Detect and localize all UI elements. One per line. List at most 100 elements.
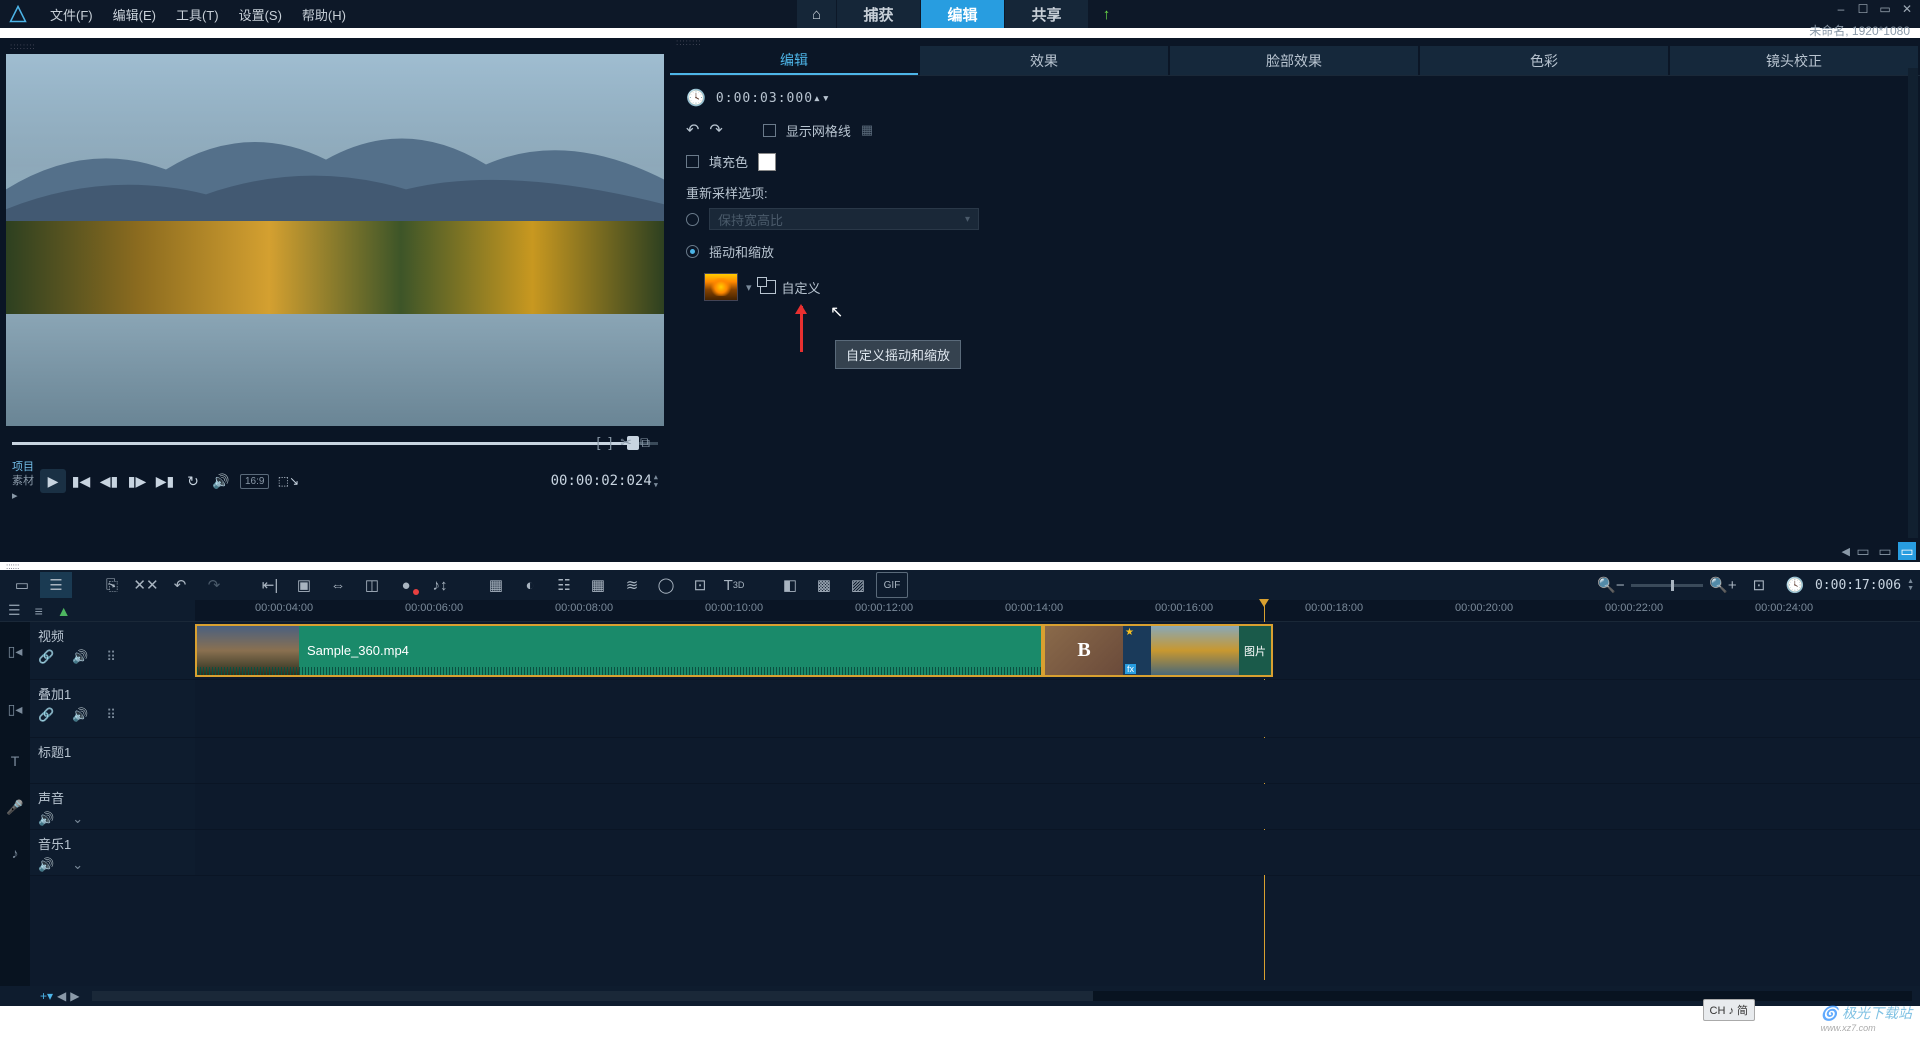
menu-edit[interactable]: 编辑(E) [103,5,166,24]
restore-button[interactable]: ☐ [1854,0,1872,18]
add-marker-button[interactable]: +▾ [40,989,53,1003]
mark-out-button[interactable]: ] [608,434,612,451]
scroll-right-button[interactable]: ▶ [70,989,79,1003]
undo-button[interactable]: ↶ [164,572,196,598]
crop-button[interactable]: ▣ [288,572,320,598]
slip-button[interactable]: ⇔ [322,572,354,598]
project-duration[interactable]: 0:00:17:006 [1815,578,1901,593]
more-icon[interactable]: ⠿ [106,649,116,665]
mute-icon[interactable]: 🔊 [72,707,88,723]
timeline-ruler[interactable]: ☰ ≡ ▲ 00:00:04:0000:00:06:0000:00:08:000… [0,600,1920,622]
loop-button[interactable]: ↻ [180,469,206,493]
tab-color[interactable]: 色彩 [1420,46,1668,75]
multicam-button[interactable]: ▦ [480,572,512,598]
video-track-icon[interactable]: ▯◂ [0,622,30,680]
view-mode-2[interactable]: ▭ [1876,542,1894,560]
preview-viewport[interactable] [6,54,664,426]
panzoom-preset-thumb[interactable] [704,273,738,301]
fill-color-checkbox[interactable] [686,155,699,168]
mute-icon[interactable]: 🔊 [72,649,88,665]
ime-indicator[interactable]: CH ♪ 简 [1703,999,1756,1021]
zoom-out-button[interactable]: 🔍− [1595,572,1627,598]
link-icon[interactable]: 🔗 [38,649,54,665]
grid-button[interactable]: ▦ [582,572,614,598]
expand-icon[interactable]: ⌄ [72,857,83,873]
panzoom-custom-button[interactable]: 自定义 [760,278,821,297]
gif-button[interactable]: GIF [876,572,908,598]
panel-grip[interactable]: :::::::: [670,38,1920,46]
tab-effects[interactable]: 效果 [920,46,1168,75]
volume-button[interactable]: 🔊 [208,469,234,493]
zoom-in-button[interactable]: 🔍+ [1707,572,1739,598]
speed-button[interactable]: ≋ [616,572,648,598]
step-back-button[interactable]: ◀▮ [96,469,122,493]
tab-face-effects[interactable]: 脸部效果 [1170,46,1418,75]
motion-button[interactable]: ◯ [650,572,682,598]
preview-mode-toggle[interactable]: 项目 素材 ▸ [12,460,34,503]
mark-in-button[interactable]: [ [596,434,600,451]
3d-title-button[interactable]: T3D [718,572,750,598]
close-button[interactable]: ✕ [1898,0,1916,18]
grid-settings-icon[interactable]: ▦ [861,122,873,138]
video-clip-1[interactable]: Sample_360.mp4 [195,624,1043,677]
panzoom-preset-dropdown[interactable]: ▾ [746,281,752,294]
track-head-add[interactable]: ▲ [57,603,71,619]
track-head-menu-2[interactable]: ≡ [35,603,43,619]
menu-help[interactable]: 帮助(H) [292,5,356,24]
screenshot-button[interactable]: ▨ [842,572,874,598]
panel-grip[interactable]: :::::::: [4,42,666,50]
timeline-scrollbar[interactable] [92,991,1913,1001]
slide-button[interactable]: ◫ [356,572,388,598]
menu-file[interactable]: 文件(F) [40,5,103,24]
mask-button[interactable]: ◐ [514,572,546,598]
timeline-view-button[interactable]: ☰ [40,572,72,598]
step-fwd-button[interactable]: ▮▶ [124,469,150,493]
redo-button[interactable]: ↷ [198,572,230,598]
preview-scrubber[interactable]: [ ] ✂ ⧉ [12,434,658,454]
scroll-left-button[interactable]: ◀ [57,989,66,1003]
split-screen-button[interactable]: ☷ [548,572,580,598]
aspect-ratio[interactable]: 16:9 [240,474,269,489]
timeline-grip[interactable]: :::::: [0,562,1920,570]
track-head-menu-1[interactable]: ☰ [8,602,21,619]
auto-tools-button[interactable]: ✕✕ [130,572,162,598]
play-button[interactable]: ▶ [40,469,66,493]
menu-settings[interactable]: 设置(S) [229,5,292,24]
copy-attrs-button[interactable]: ⎘ [96,572,128,598]
split-button[interactable]: ✂ [620,434,632,451]
trim-prev-button[interactable]: ⇤| [254,572,286,598]
nav-upload[interactable]: ↑ [1088,0,1124,28]
title-track-icon[interactable]: T [0,738,30,784]
link-icon[interactable]: 🔗 [38,707,54,723]
ar-button[interactable]: ▩ [808,572,840,598]
mute-icon[interactable]: 🔊 [38,857,54,873]
nav-share[interactable]: 共享 [1004,0,1088,28]
go-end-button[interactable]: ▶▮ [152,469,178,493]
tab-lens-correction[interactable]: 镜头校正 [1670,46,1918,75]
overlay-track-icon[interactable]: ▯◂ [0,680,30,738]
video-clip-2[interactable]: B 图片 [1043,624,1273,677]
voice-track-icon[interactable]: 🎤 [0,784,30,830]
record-button[interactable]: ● [390,572,422,598]
menu-tools[interactable]: 工具(T) [166,5,229,24]
storyboard-view-button[interactable]: ▭ [6,572,38,598]
reverse-button[interactable]: ↶ [686,120,699,140]
panel-scrollbar[interactable] [1908,68,1918,538]
mute-icon[interactable]: 🔊 [38,811,54,827]
resize-button[interactable]: ⬚↘ [275,469,301,493]
zoom-slider[interactable] [1631,584,1703,587]
more-icon[interactable]: ⠿ [106,707,116,723]
view-mode-1[interactable]: ▭ [1854,542,1872,560]
paint-button[interactable]: ◧ [774,572,806,598]
fit-timeline-button[interactable]: ⊡ [1743,572,1775,598]
resample-radio[interactable] [686,213,699,226]
nav-home[interactable]: ⌂ [796,0,836,28]
music-track-icon[interactable]: ♪ [0,830,30,876]
view-mode-3[interactable]: ▭ [1898,542,1916,560]
rotate-button[interactable]: ↷ [709,120,722,140]
snapshot-button[interactable]: ⧉ [640,434,650,451]
go-start-button[interactable]: ▮◀ [68,469,94,493]
panzoom-radio[interactable] [686,245,699,258]
nav-edit[interactable]: 编辑 [920,0,1004,28]
show-grid-checkbox[interactable] [763,124,776,137]
